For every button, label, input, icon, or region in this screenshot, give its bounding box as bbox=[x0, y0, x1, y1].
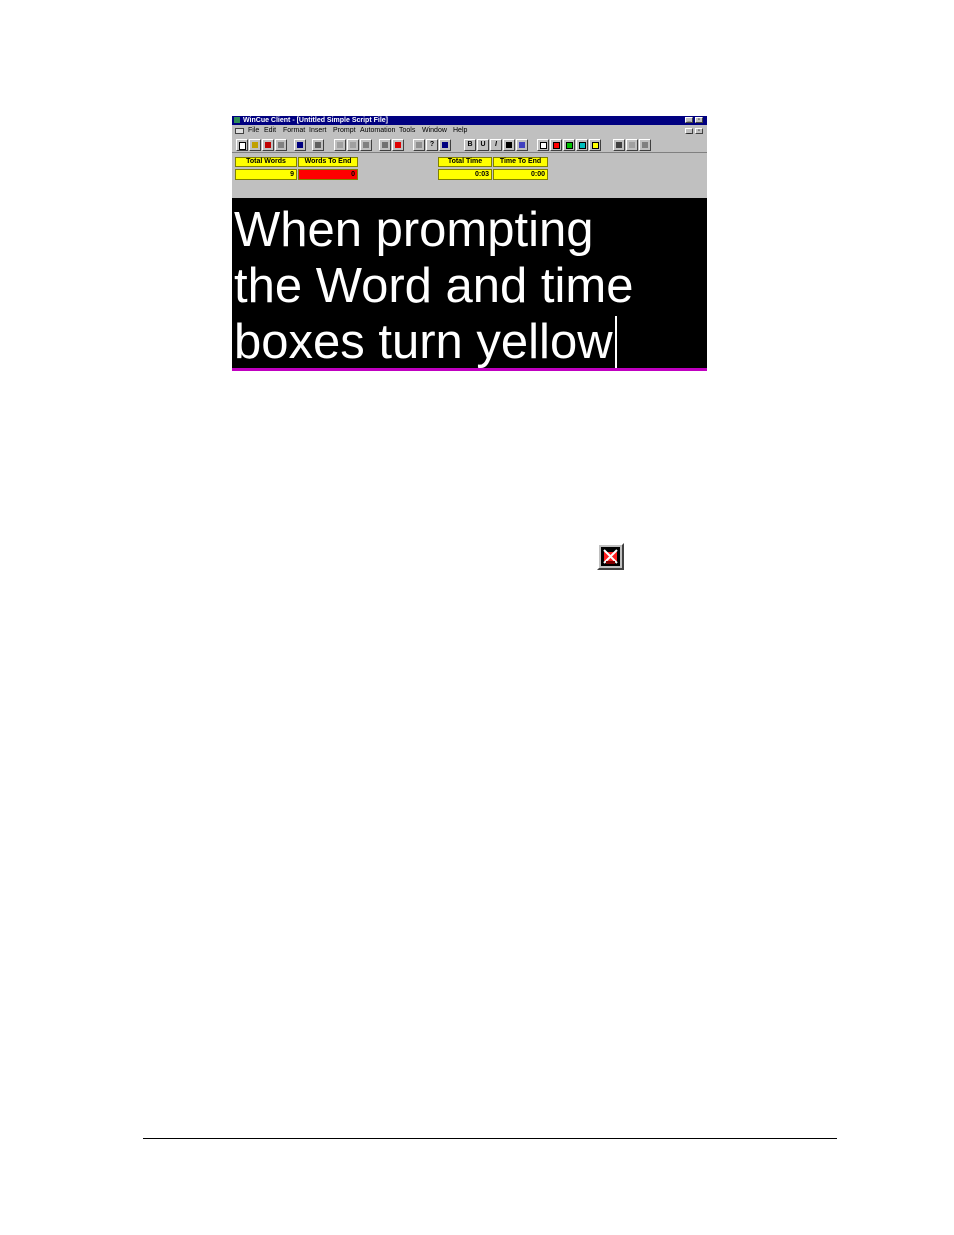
menu-automation[interactable]: Automation bbox=[360, 126, 395, 136]
script-line: the Word and time bbox=[234, 259, 634, 313]
italic-icon[interactable]: I bbox=[490, 139, 502, 151]
cut-icon[interactable] bbox=[334, 139, 346, 151]
title-bar: WinCue Client - [Untitled Simple Script … bbox=[232, 116, 707, 125]
menu-tools[interactable]: Tools bbox=[399, 126, 415, 136]
color-swatch-red[interactable] bbox=[550, 139, 562, 151]
toolbar: ? B U I bbox=[232, 138, 707, 153]
restore-button[interactable]: ▫ bbox=[695, 117, 703, 123]
words-to-end-label: Words To End bbox=[298, 157, 358, 167]
script-line: When prompting bbox=[234, 203, 594, 257]
stop-prompt-icon[interactable] bbox=[392, 139, 404, 151]
color-swatch-yellow[interactable] bbox=[589, 139, 601, 151]
footer-rule bbox=[143, 1138, 837, 1139]
text-style-icon[interactable] bbox=[516, 139, 528, 151]
total-time-label: Total Time bbox=[438, 157, 492, 167]
underline-icon[interactable]: U bbox=[477, 139, 489, 151]
align-center-icon[interactable] bbox=[626, 139, 638, 151]
menu-file[interactable]: File bbox=[248, 126, 259, 136]
app-icon bbox=[234, 117, 240, 123]
menu-format[interactable]: Format bbox=[283, 126, 305, 136]
window-title: WinCue Client - [Untitled Simple Script … bbox=[243, 117, 388, 124]
help-icon[interactable]: ? bbox=[426, 139, 438, 151]
bottom-divider bbox=[232, 368, 707, 371]
align-right-icon[interactable] bbox=[639, 139, 651, 151]
paste-icon[interactable] bbox=[360, 139, 372, 151]
stop-prompt-icon-graphic bbox=[601, 547, 620, 566]
script-text-area[interactable]: When prompting the Word and time boxes t… bbox=[232, 198, 707, 370]
bold-icon[interactable]: B bbox=[464, 139, 476, 151]
menu-help[interactable]: Help bbox=[453, 126, 467, 136]
new-file-icon[interactable] bbox=[236, 139, 248, 151]
total-words-label: Total Words bbox=[235, 157, 297, 167]
save-icon[interactable] bbox=[294, 139, 306, 151]
copy-icon[interactable] bbox=[347, 139, 359, 151]
font-color-icon[interactable] bbox=[503, 139, 515, 151]
color-swatch-green[interactable] bbox=[563, 139, 575, 151]
menu-prompt[interactable]: Prompt bbox=[333, 126, 356, 136]
doc-restore-button[interactable]: ▫ bbox=[695, 128, 703, 134]
minimize-button[interactable]: _ bbox=[685, 117, 693, 123]
menu-window[interactable]: Window bbox=[422, 126, 447, 136]
open-folder-icon[interactable] bbox=[262, 139, 274, 151]
menu-insert[interactable]: Insert bbox=[309, 126, 327, 136]
script-line-text: boxes turn yellow bbox=[234, 315, 613, 369]
color-swatch-white[interactable] bbox=[537, 139, 549, 151]
align-left-icon[interactable] bbox=[613, 139, 625, 151]
text-caret bbox=[614, 316, 617, 368]
time-to-end-value: 0:00 bbox=[493, 169, 548, 180]
app-window: WinCue Client - [Untitled Simple Script … bbox=[232, 116, 707, 371]
total-words-value: 9 bbox=[235, 169, 297, 180]
menu-edit[interactable]: Edit bbox=[264, 126, 276, 136]
stop-prompt-icon bbox=[597, 543, 624, 570]
time-to-end-label: Time To End bbox=[493, 157, 548, 167]
open-file-icon[interactable] bbox=[249, 139, 261, 151]
context-help-icon[interactable] bbox=[439, 139, 451, 151]
total-time-value: 0:03 bbox=[438, 169, 492, 180]
counter-panel: Total Words 9 Words To End 0 Total Time … bbox=[232, 154, 707, 198]
script-line-last: boxes turn yellow bbox=[234, 314, 705, 370]
color-swatch-cyan[interactable] bbox=[576, 139, 588, 151]
doc-minimize-button[interactable]: _ bbox=[685, 128, 693, 134]
document-icon[interactable] bbox=[235, 128, 244, 134]
start-prompt-icon[interactable] bbox=[413, 139, 425, 151]
close-file-icon[interactable] bbox=[275, 139, 287, 151]
find-icon[interactable] bbox=[379, 139, 391, 151]
menu-bar: File Edit Format Insert Prompt Automatio… bbox=[232, 126, 707, 136]
print-icon[interactable] bbox=[312, 139, 324, 151]
words-to-end-value: 0 bbox=[298, 169, 358, 180]
